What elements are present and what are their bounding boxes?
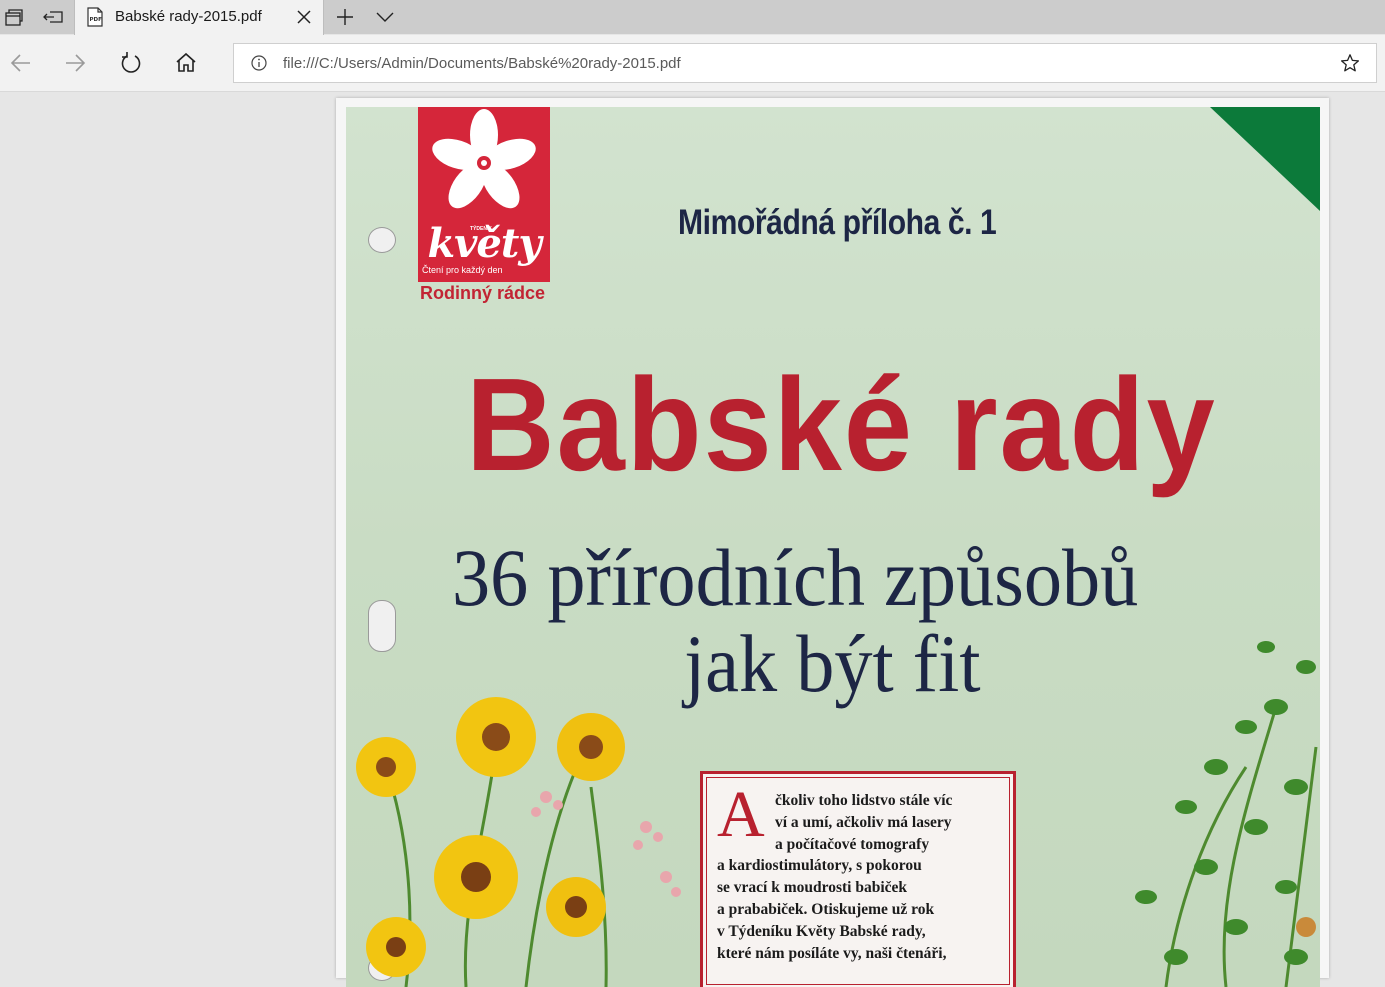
- new-tab-button[interactable]: [334, 6, 356, 28]
- tab-strip: PDF Babské rady-2015.pdf: [0, 0, 1385, 35]
- cover-subtitle-line1: 36 přírodních způsobů: [452, 532, 1139, 623]
- flower-logo-icon: [432, 109, 536, 209]
- logo-subbrand: Rodinný rádce: [420, 283, 546, 303]
- forward-button[interactable]: [62, 50, 88, 76]
- intro-line: a počítačové tomografy: [775, 835, 930, 853]
- intro-line: a kardiostimulátory, s pokorou: [717, 857, 922, 875]
- pdf-viewer[interactable]: TÝDENÍK květy Čtení pro každý den Rodinn…: [0, 92, 1385, 987]
- star-icon[interactable]: [1340, 53, 1360, 78]
- tabs-aside-icon[interactable]: [3, 6, 25, 28]
- url-text[interactable]: file:///C:/Users/Admin/Documents/Babské%…: [283, 55, 681, 72]
- close-icon[interactable]: [295, 8, 313, 31]
- intro-box: A čkoliv toho lidstvo stále víc ví a umí…: [700, 771, 1016, 987]
- magazine-cover: TÝDENÍK květy Čtení pro každý den Rodinn…: [346, 107, 1320, 987]
- intro-line: ví a umí, ačkoliv má lasery: [775, 813, 952, 831]
- back-arrow-icon: [10, 54, 30, 72]
- active-tab[interactable]: PDF Babské rady-2015.pdf: [74, 0, 324, 35]
- intro-line: v Týdeníku Květy Babské rady,: [717, 922, 926, 940]
- tab-title: Babské rady-2015.pdf: [115, 8, 262, 25]
- forward-arrow-icon: [66, 54, 86, 72]
- intro-line: se vrací k moudrosti babiček: [717, 879, 908, 897]
- kvety-logo: TÝDENÍK květy Čtení pro každý den: [418, 107, 550, 282]
- svg-text:PDF: PDF: [90, 17, 103, 23]
- pdf-file-icon: PDF: [85, 7, 105, 32]
- intro-line: a prababiček. Otiskujeme už rok: [717, 900, 935, 918]
- supplement-label: Mimořádná příloha č. 1: [678, 203, 997, 242]
- plus-icon: [337, 9, 353, 25]
- intro-line: které nám posíláte vy, naši čtenáři,: [717, 944, 947, 962]
- tab-list-button[interactable]: [374, 6, 396, 28]
- info-icon[interactable]: [250, 54, 268, 77]
- home-icon: [176, 52, 196, 72]
- navigation-bar: file:///C:/Users/Admin/Documents/Babské%…: [0, 35, 1385, 92]
- address-bar[interactable]: file:///C:/Users/Admin/Documents/Babské%…: [233, 43, 1377, 83]
- logo-brand: květy: [427, 220, 541, 267]
- logo-slogan: Čtení pro každý den: [422, 265, 503, 275]
- refresh-icon: [121, 52, 141, 73]
- cover-title: Babské rady: [466, 351, 1217, 498]
- cover-subtitle-line2: jak být fit: [684, 618, 981, 709]
- refresh-button[interactable]: [118, 50, 144, 76]
- pdf-page: TÝDENÍK květy Čtení pro každý den Rodinn…: [336, 98, 1329, 987]
- back-button[interactable]: [8, 50, 34, 76]
- chevron-down-icon: [376, 12, 394, 22]
- intro-line: čkoliv toho lidstvo stále víc: [775, 792, 953, 809]
- intro-text: čkoliv toho lidstvo stále víc ví a umí, …: [717, 790, 1001, 964]
- tabs-restore-icon[interactable]: [42, 6, 64, 28]
- home-button[interactable]: [173, 50, 199, 76]
